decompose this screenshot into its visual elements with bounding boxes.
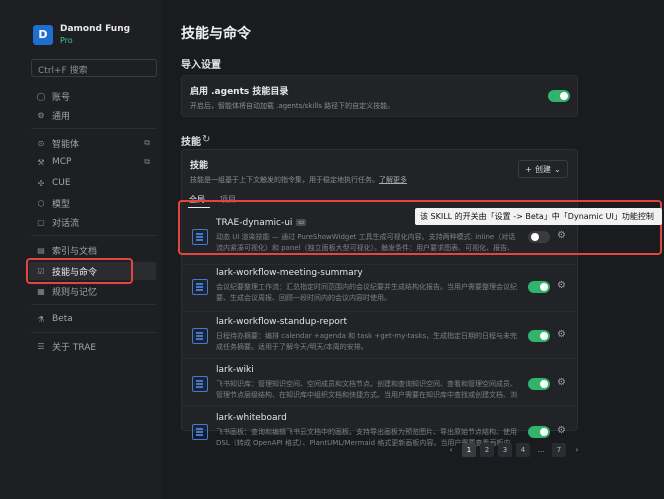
gear-icon: ⚙ bbox=[37, 110, 45, 120]
sidebar-divider bbox=[31, 235, 157, 236]
skill-name: lark-workflow-meeting-summary bbox=[216, 268, 363, 278]
page-button[interactable]: 3 bbox=[498, 443, 512, 457]
external-link-icon: ⧉ bbox=[144, 138, 150, 147]
sidebar-item-account[interactable]: ◯ 账号 bbox=[36, 88, 156, 104]
skill-toggle[interactable] bbox=[528, 378, 550, 390]
skills-section-label: 技能 bbox=[181, 137, 201, 148]
skills-card-desc: 技能是一组基于上下文触发的指令集，用于稳定地执行任务。了解更多 bbox=[190, 176, 407, 184]
sidebar-item-about[interactable]: ☰ 关于 TRAE bbox=[36, 338, 156, 354]
row-divider bbox=[181, 311, 578, 312]
import-card: 启用 .agents 技能目录 开启后，智能体将自动加载 .agents/ski… bbox=[181, 75, 578, 117]
skill-name: lark-whiteboard bbox=[216, 413, 287, 423]
import-card-desc: 开启后，智能体将自动加载 .agents/skills 路径下的自定义技能。 bbox=[190, 102, 395, 110]
prev-page-button[interactable]: ‹ bbox=[444, 443, 458, 457]
rules-icon: ▦ bbox=[37, 286, 45, 296]
tooltip: 该 SKILL 的开关由「设置 -> Beta」中「Dynamic UI」功能控… bbox=[415, 208, 662, 225]
gear-icon[interactable]: ⚙ bbox=[557, 425, 566, 436]
sidebar-item-model[interactable]: ⬡ 模型 bbox=[36, 195, 156, 211]
skill-toggle[interactable] bbox=[528, 330, 550, 342]
sidebar-item-general[interactable]: ⚙ 通用 bbox=[36, 107, 156, 123]
gear-icon[interactable]: ⚙ bbox=[557, 377, 566, 388]
user-name: Damond Fung bbox=[60, 24, 131, 34]
pagination: ‹ 1 2 3 4 ... 7 › bbox=[444, 443, 584, 457]
skill-doc-icon bbox=[192, 328, 208, 344]
plus-icon: + bbox=[525, 164, 532, 174]
highlight-box-sidebar bbox=[26, 258, 133, 284]
import-section-label: 导入设置 bbox=[181, 60, 221, 71]
skill-toggle[interactable] bbox=[528, 281, 550, 293]
sidebar-divider bbox=[31, 128, 157, 129]
next-page-button[interactable]: › bbox=[570, 443, 584, 457]
skill-name: lark-wiki bbox=[216, 365, 254, 375]
list-item[interactable]: lark-whiteboard 飞书画板：查询和编辑飞书云文档中的画板。支持导出… bbox=[181, 409, 578, 447]
list-item[interactable]: lark-wiki 飞书知识库：管理知识空间、空间成员和文档节点。创建和查询知识… bbox=[181, 361, 578, 411]
skill-toggle[interactable] bbox=[528, 426, 550, 438]
page-button[interactable]: 2 bbox=[480, 443, 494, 457]
list-item[interactable]: lark-workflow-standup-report 日程待办摘要：编排 c… bbox=[181, 313, 578, 363]
sidebar: D Damond Fung Pro Ctrl+F 搜索 ◯ 账号 ⚙ 通用 ⊙ 智能体… bbox=[0, 0, 162, 499]
refresh-icon[interactable]: ↻ bbox=[202, 134, 210, 145]
external-link-icon: ⧉ bbox=[144, 157, 150, 166]
about-icon: ☰ bbox=[37, 341, 45, 351]
list-item[interactable]: lark-workflow-meeting-summary 会议纪要整理工作流：… bbox=[181, 264, 578, 314]
import-card-title: 启用 .agents 技能目录 bbox=[190, 87, 289, 97]
agents-dir-toggle[interactable] bbox=[548, 90, 570, 102]
gear-icon[interactable]: ⚙ bbox=[557, 329, 566, 340]
chevron-down-icon: ⌄ bbox=[554, 164, 561, 174]
sidebar-item-rules-memory[interactable]: ▦ 规则与记忆 bbox=[36, 283, 156, 299]
cue-icon: ✣ bbox=[37, 178, 45, 188]
skill-desc: 日程待办摘要：编排 calendar +agenda 和 task +get-m… bbox=[216, 332, 518, 351]
skill-desc: 会议纪要整理工作流：汇总指定时间范围内的会议纪要并生成结构化报告。当用户需要整理… bbox=[216, 283, 517, 302]
sidebar-item-cue[interactable]: ✣ CUE bbox=[36, 175, 156, 191]
sidebar-item-index-docs[interactable]: ▤ 索引与文档 bbox=[36, 242, 156, 258]
page-ellipsis: ... bbox=[537, 446, 545, 454]
gear-icon[interactable]: ⚙ bbox=[557, 280, 566, 291]
page-title: 技能与命令 bbox=[181, 26, 251, 42]
page-button[interactable]: 7 bbox=[552, 443, 566, 457]
page-button[interactable]: 4 bbox=[516, 443, 530, 457]
create-button[interactable]: + 创建 ⌄ bbox=[518, 160, 568, 178]
user-icon: ◯ bbox=[36, 91, 46, 101]
index-icon: ▤ bbox=[37, 245, 45, 255]
sidebar-divider bbox=[31, 304, 157, 305]
row-divider bbox=[181, 405, 578, 406]
row-divider bbox=[181, 358, 578, 359]
search-input[interactable]: Ctrl+F 搜索 bbox=[31, 59, 157, 77]
beta-icon: ⚗ bbox=[37, 314, 45, 324]
mcp-icon: ⚒ bbox=[37, 157, 45, 167]
page-button[interactable]: 1 bbox=[462, 443, 476, 457]
chat-icon: ▢ bbox=[37, 217, 45, 227]
sidebar-item-agents[interactable]: ⊙ 智能体 ⧉ bbox=[36, 135, 156, 151]
sidebar-item-beta[interactable]: ⚗ Beta bbox=[36, 311, 156, 327]
skill-doc-icon bbox=[192, 424, 208, 440]
agent-icon: ⊙ bbox=[37, 138, 45, 148]
sidebar-item-chat-flow[interactable]: ▢ 对话流 bbox=[36, 214, 156, 230]
model-icon: ⬡ bbox=[37, 198, 45, 208]
learn-more-link[interactable]: 了解更多 bbox=[379, 176, 407, 184]
sidebar-item-mcp[interactable]: ⚒ MCP ⧉ bbox=[36, 154, 156, 170]
user-profile[interactable]: D Damond Fung Pro bbox=[33, 24, 130, 45]
skill-desc: 飞书知识库：管理知识空间、空间成员和文档节点。创建和查询知识空间、查看和管理空间… bbox=[216, 380, 517, 399]
skills-card-title: 技能 bbox=[190, 161, 209, 171]
avatar: D bbox=[33, 24, 53, 45]
skill-doc-icon bbox=[192, 376, 208, 392]
sidebar-divider bbox=[31, 332, 157, 333]
skill-name: lark-workflow-standup-report bbox=[216, 317, 348, 327]
skill-doc-icon bbox=[192, 279, 208, 295]
user-tier-badge: Pro bbox=[60, 36, 73, 45]
